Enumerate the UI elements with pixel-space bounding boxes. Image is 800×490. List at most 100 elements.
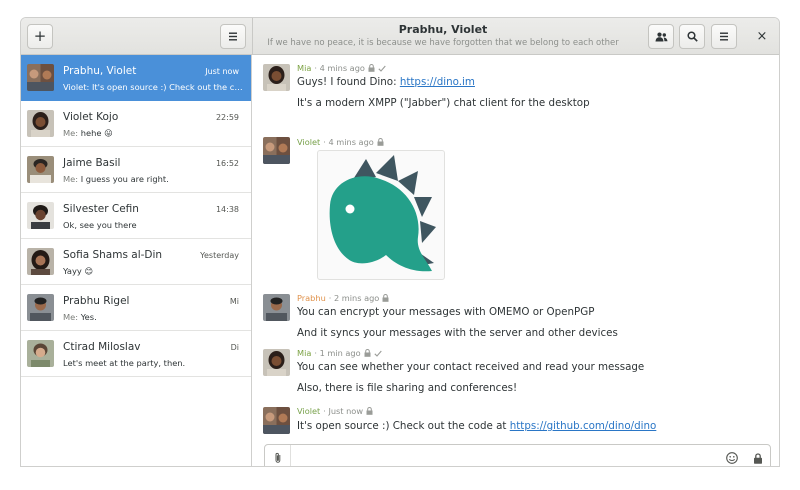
avatar bbox=[263, 64, 290, 91]
avatar bbox=[27, 110, 54, 137]
conversation-list: Prabhu, Violet Just now Violet: It's ope… bbox=[21, 55, 252, 466]
message-history: Mia · 4 mins ago Guys! I found Dino: htt… bbox=[253, 55, 779, 466]
conversation-time: 16:52 bbox=[215, 159, 239, 168]
hamburger-icon bbox=[720, 32, 728, 41]
message-time: · 4 mins ago bbox=[323, 137, 374, 147]
search-icon bbox=[686, 31, 698, 42]
message-time: · 4 mins ago bbox=[314, 63, 365, 73]
message-body: It's a modern XMPP ("Jabber") chat clien… bbox=[297, 97, 590, 109]
dino-logo-icon bbox=[329, 155, 436, 272]
conversation-preview: Yayy 😊 bbox=[63, 266, 94, 276]
message-header: Mia · 1 min ago bbox=[297, 348, 382, 358]
conversation-name: Ctirad Miloslav bbox=[63, 341, 141, 353]
message-time: · 1 min ago bbox=[314, 348, 361, 358]
message-sender: Mia bbox=[297, 348, 312, 358]
conversation-topic: If we have no peace, it is because we ha… bbox=[267, 38, 619, 48]
message-sender: Prabhu bbox=[297, 293, 326, 303]
conversation-item[interactable]: Ctirad Miloslav Di Let's meet at the par… bbox=[21, 331, 251, 377]
conversation-preview: Violet: It's open source :) Check out th… bbox=[63, 82, 245, 92]
smiley-icon bbox=[726, 452, 738, 464]
search-button[interactable] bbox=[679, 24, 705, 49]
lock-icon bbox=[366, 407, 373, 415]
conversation-time: Mi bbox=[229, 297, 239, 306]
conversation-name: Silvester Cefin bbox=[63, 203, 139, 215]
emoji-button[interactable] bbox=[724, 450, 740, 466]
header-bar: + Prabhu, Violet If we have no peace, it… bbox=[21, 18, 779, 55]
message-body: It's open source :) Check out the code a… bbox=[297, 420, 657, 432]
attach-file-button[interactable] bbox=[265, 445, 291, 466]
message-time: · Just now bbox=[323, 406, 364, 416]
participants-button[interactable] bbox=[648, 24, 674, 49]
conversation-name: Jaime Basil bbox=[63, 157, 121, 169]
conversation-title: Prabhu, Violet If we have no peace, it i… bbox=[253, 22, 633, 49]
conversation-item[interactable]: Violet Kojo 22:59 Me: hehe 😛 bbox=[21, 101, 251, 147]
message-body: You can see whether your contact receive… bbox=[297, 361, 645, 373]
people-icon bbox=[655, 32, 667, 41]
conversation-name: Violet Kojo bbox=[63, 111, 119, 123]
conversation-preview: Ok, see you there bbox=[63, 220, 137, 230]
checkmark-icon bbox=[378, 65, 386, 72]
close-button[interactable]: × bbox=[751, 25, 773, 47]
add-icon: + bbox=[33, 27, 47, 45]
page-title: Prabhu, Violet bbox=[398, 23, 488, 36]
conversation-item[interactable]: Jaime Basil 16:52 Me: I guess you are ri… bbox=[21, 147, 251, 193]
lock-icon bbox=[377, 138, 384, 146]
message-link[interactable]: https://dino.im bbox=[400, 76, 475, 88]
conversation-name: Prabhu Rigel bbox=[63, 295, 130, 307]
message-link[interactable]: https://github.com/dino/dino bbox=[510, 420, 657, 432]
message-input[interactable] bbox=[293, 448, 713, 466]
message-header: Violet · Just now bbox=[297, 406, 373, 416]
sidebar-menu-button[interactable] bbox=[220, 24, 246, 49]
paperclip-icon bbox=[275, 452, 280, 463]
conversation-preview: Me: I guess you are right. bbox=[63, 174, 169, 184]
avatar bbox=[27, 294, 54, 321]
message-body: And it syncs your messages with the serv… bbox=[297, 327, 618, 339]
encryption-button[interactable] bbox=[750, 450, 766, 466]
conversation-name: Prabhu, Violet bbox=[63, 65, 137, 77]
lock-icon bbox=[754, 452, 762, 464]
lock-icon bbox=[364, 349, 371, 357]
message-header: Violet · 4 mins ago bbox=[297, 137, 384, 147]
conversation-item[interactable]: Prabhu Rigel Mi Me: Yes. bbox=[21, 285, 251, 331]
conversation-name: Sofia Shams al-Din bbox=[63, 249, 163, 261]
conversation-time: Yesterday bbox=[200, 251, 239, 260]
message-sender: Violet bbox=[297, 137, 321, 147]
lock-icon bbox=[368, 64, 375, 72]
new-conversation-button[interactable]: + bbox=[27, 24, 53, 49]
avatar bbox=[27, 156, 54, 183]
avatar bbox=[27, 340, 54, 367]
message-sender: Violet bbox=[297, 406, 321, 416]
message-time: · 2 mins ago bbox=[328, 293, 380, 303]
message-header: Prabhu · 2 mins ago bbox=[297, 293, 389, 303]
conversation-time: 14:38 bbox=[215, 205, 239, 214]
message-composer bbox=[264, 444, 771, 466]
message-body: Guys! I found Dino: https://dino.im bbox=[297, 76, 475, 88]
hamburger-icon bbox=[229, 32, 237, 41]
conversation-time: Di bbox=[230, 343, 239, 352]
avatar bbox=[27, 64, 54, 91]
avatar bbox=[27, 202, 54, 229]
avatar bbox=[263, 407, 290, 434]
conversation-menu-button[interactable] bbox=[711, 24, 737, 49]
conversation-time: Just now bbox=[205, 67, 239, 76]
conversation-time: 22:59 bbox=[215, 113, 239, 122]
app-window: + Prabhu, Violet If we have no peace, it… bbox=[20, 17, 780, 467]
image-attachment[interactable] bbox=[317, 150, 445, 280]
avatar bbox=[263, 294, 290, 321]
avatar bbox=[263, 349, 290, 376]
conversation-item[interactable]: Silvester Cefin 14:38 Ok, see you there bbox=[21, 193, 251, 239]
checkmark-icon bbox=[374, 350, 382, 357]
message-body: Also, there is file sharing and conferen… bbox=[297, 382, 518, 394]
conversation-preview: Me: hehe 😛 bbox=[63, 128, 113, 138]
conversation-item[interactable]: Sofia Shams al-Din Yesterday Yayy 😊 bbox=[21, 239, 251, 285]
lock-icon bbox=[382, 294, 389, 302]
close-icon: × bbox=[756, 28, 768, 44]
conversation-preview: Me: Yes. bbox=[63, 312, 97, 322]
conversation-item[interactable]: Prabhu, Violet Just now Violet: It's ope… bbox=[21, 55, 251, 101]
avatar bbox=[27, 248, 54, 275]
message-sender: Mia bbox=[297, 63, 312, 73]
conversation-preview: Let's meet at the party, then. bbox=[63, 358, 186, 368]
avatar bbox=[263, 137, 290, 164]
message-body: You can encrypt your messages with OMEMO… bbox=[297, 306, 595, 318]
message-header: Mia · 4 mins ago bbox=[297, 63, 386, 73]
